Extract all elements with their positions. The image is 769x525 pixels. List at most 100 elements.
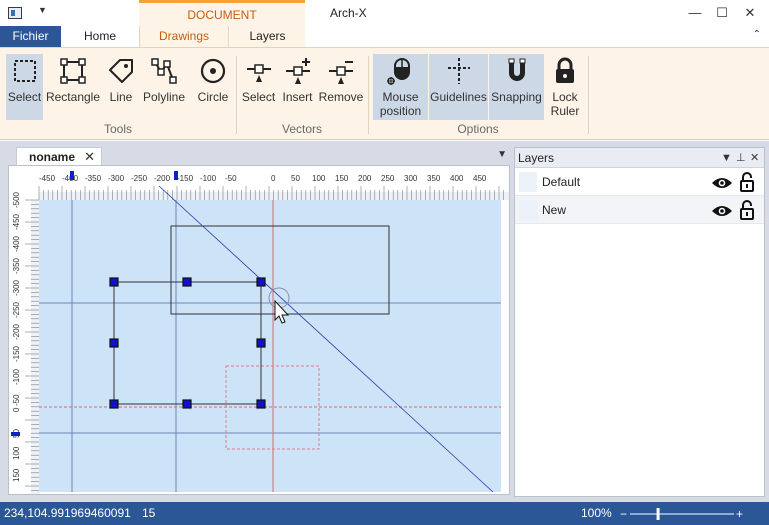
document-tab-label: noname — [29, 150, 76, 164]
zoom-in-icon[interactable]: + — [736, 508, 743, 520]
status-coordinates: 234,104.991969460091 — [4, 506, 131, 520]
ruler-h-label: 350 — [427, 174, 441, 183]
status-count: 15 — [142, 506, 156, 520]
eye-icon[interactable] — [711, 204, 733, 218]
polyline-tool-button[interactable]: Polyline — [140, 54, 188, 120]
lock-ruler-label-1: Lock — [552, 90, 578, 104]
tab-fichier[interactable]: Fichier — [0, 26, 61, 47]
drawing-canvas[interactable]: -450 -400 -350 -300 -250 -200 -150 -100 … — [9, 166, 509, 494]
ruler-v-label: 150 — [12, 468, 21, 482]
snapping-label: Snapping — [491, 90, 542, 104]
ribbon-collapse-button[interactable]: ⌃ — [753, 29, 761, 40]
ruler-v-label: 100 — [12, 446, 21, 460]
zoom-percentage: 100% — [581, 506, 612, 520]
ruler-h-label: 450 — [473, 174, 487, 183]
restore-button[interactable]: ☐ — [711, 4, 733, 22]
ruler-v-label: -200 — [12, 323, 21, 340]
zoom-slider[interactable]: − + — [620, 508, 746, 520]
ruler-marker[interactable] — [174, 171, 178, 180]
ruler-v-label: 0 — [12, 407, 21, 412]
vertex-handle[interactable] — [182, 277, 192, 287]
zoom-slider-thumb[interactable] — [656, 508, 660, 520]
guidelines-button[interactable]: Guidelines — [429, 54, 488, 120]
quick-access-dropdown[interactable]: ▼ — [38, 5, 47, 15]
unlock-icon[interactable] — [739, 200, 755, 220]
insert-vector-button[interactable]: Insert — [280, 54, 315, 120]
app-icon[interactable] — [8, 7, 22, 19]
ruler-h-label: 400 — [450, 174, 464, 183]
ruler-h-band — [39, 192, 509, 200]
lock-ruler-button[interactable]: Lock Ruler — [546, 54, 584, 120]
layers-panel: Layers ▼ ⊥ ✕ Default New — [514, 147, 765, 497]
ruler-v-label: -300 — [12, 279, 21, 296]
ribbon-tabs: Fichier Home Drawings Layers ⌃ — [0, 26, 769, 47]
ruler-marker[interactable] — [70, 171, 74, 180]
vertex-handle[interactable] — [256, 338, 266, 348]
layers-panel-close-icon[interactable]: ✕ — [750, 148, 759, 168]
layer-name: Default — [542, 175, 581, 189]
ruler-h-label: 100 — [312, 174, 326, 183]
tools-group-label: Tools — [103, 122, 132, 136]
layers-panel-dropdown-icon[interactable]: ▼ — [721, 148, 732, 168]
tag-line-icon — [109, 59, 133, 83]
vertex-handle[interactable] — [109, 399, 119, 409]
layer-row-new[interactable]: New — [515, 196, 764, 224]
ruler-v-label: -400 — [12, 235, 21, 252]
ruler-h-label: -200 — [154, 174, 171, 183]
app-title: Arch-X — [330, 6, 367, 20]
circle-tool-button[interactable]: Circle — [194, 54, 232, 120]
document-list-dropdown[interactable]: ▼ — [497, 149, 507, 160]
tab-drawings[interactable]: Drawings — [139, 26, 229, 47]
document-tab[interactable]: noname ✕ — [16, 147, 102, 167]
ruler-v-label: -250 — [12, 301, 21, 318]
rectangle-tool-button[interactable]: Rectangle — [45, 54, 101, 120]
remove-vector-icon — [329, 61, 353, 84]
snapping-button[interactable]: Snapping — [489, 54, 544, 120]
ruler-v-label: -350 — [12, 257, 21, 274]
context-tab-header: DOCUMENT — [139, 0, 305, 26]
magnet-icon — [508, 58, 525, 81]
mouse-position-button[interactable]: Mouse position — [373, 54, 428, 120]
lock-icon — [556, 57, 574, 83]
polyline-tool-label: Polyline — [142, 90, 186, 104]
mouse-position-label-1: Mouse — [382, 90, 419, 104]
lock-ruler-label-2: Ruler — [550, 104, 580, 118]
remove-vector-button[interactable]: Remove — [317, 54, 365, 120]
vector-select-label: Select — [241, 90, 276, 104]
ruler-h-label: 300 — [404, 174, 418, 183]
vector-select-button[interactable]: Select — [240, 54, 277, 120]
ruler-v-label: -150 — [12, 345, 21, 362]
layer-name: New — [542, 203, 567, 217]
ruler-h-label: -50 — [225, 174, 237, 183]
ruler-h-label: -450 — [39, 174, 56, 183]
zoom-out-icon[interactable]: − — [620, 508, 627, 520]
ruler-h-label: 250 — [381, 174, 395, 183]
line-tool-button[interactable]: Line — [104, 54, 138, 120]
minimize-button[interactable]: — — [684, 4, 706, 22]
unlock-icon[interactable] — [739, 172, 755, 192]
layers-panel-pin-icon[interactable]: ⊥ — [736, 148, 746, 168]
mouse-icon — [386, 58, 410, 85]
layer-row-default[interactable]: Default — [515, 168, 764, 196]
document-tab-close-icon[interactable]: ✕ — [84, 148, 95, 166]
ruler-h-label: 200 — [358, 174, 372, 183]
drawing-canvas-frame[interactable]: -450 -400 -350 -300 -250 -200 -150 -100 … — [8, 165, 510, 495]
remove-vector-label: Remove — [318, 90, 364, 104]
title-bar: ▼ DOCUMENT Arch-X — ☐ ✕ — [0, 0, 769, 26]
vertex-handle[interactable] — [182, 399, 192, 409]
eye-icon[interactable] — [711, 176, 733, 190]
vertex-handle[interactable] — [256, 277, 266, 287]
canvas-surface[interactable] — [39, 200, 501, 492]
close-button[interactable]: ✕ — [739, 4, 761, 22]
tab-layers[interactable]: Layers — [230, 26, 305, 47]
vertex-handle[interactable] — [109, 277, 119, 287]
ribbon-separator — [588, 56, 589, 134]
vertex-handle[interactable] — [256, 399, 266, 409]
ruler-marker[interactable] — [11, 432, 20, 436]
tab-home[interactable]: Home — [70, 26, 130, 47]
select-tool-button[interactable]: Select — [6, 54, 43, 120]
document-tabstrip: noname ✕ ▼ — [4, 145, 511, 167]
ruler-h-label: -300 — [108, 174, 125, 183]
insert-vector-label: Insert — [282, 90, 313, 104]
vertex-handle[interactable] — [109, 338, 119, 348]
